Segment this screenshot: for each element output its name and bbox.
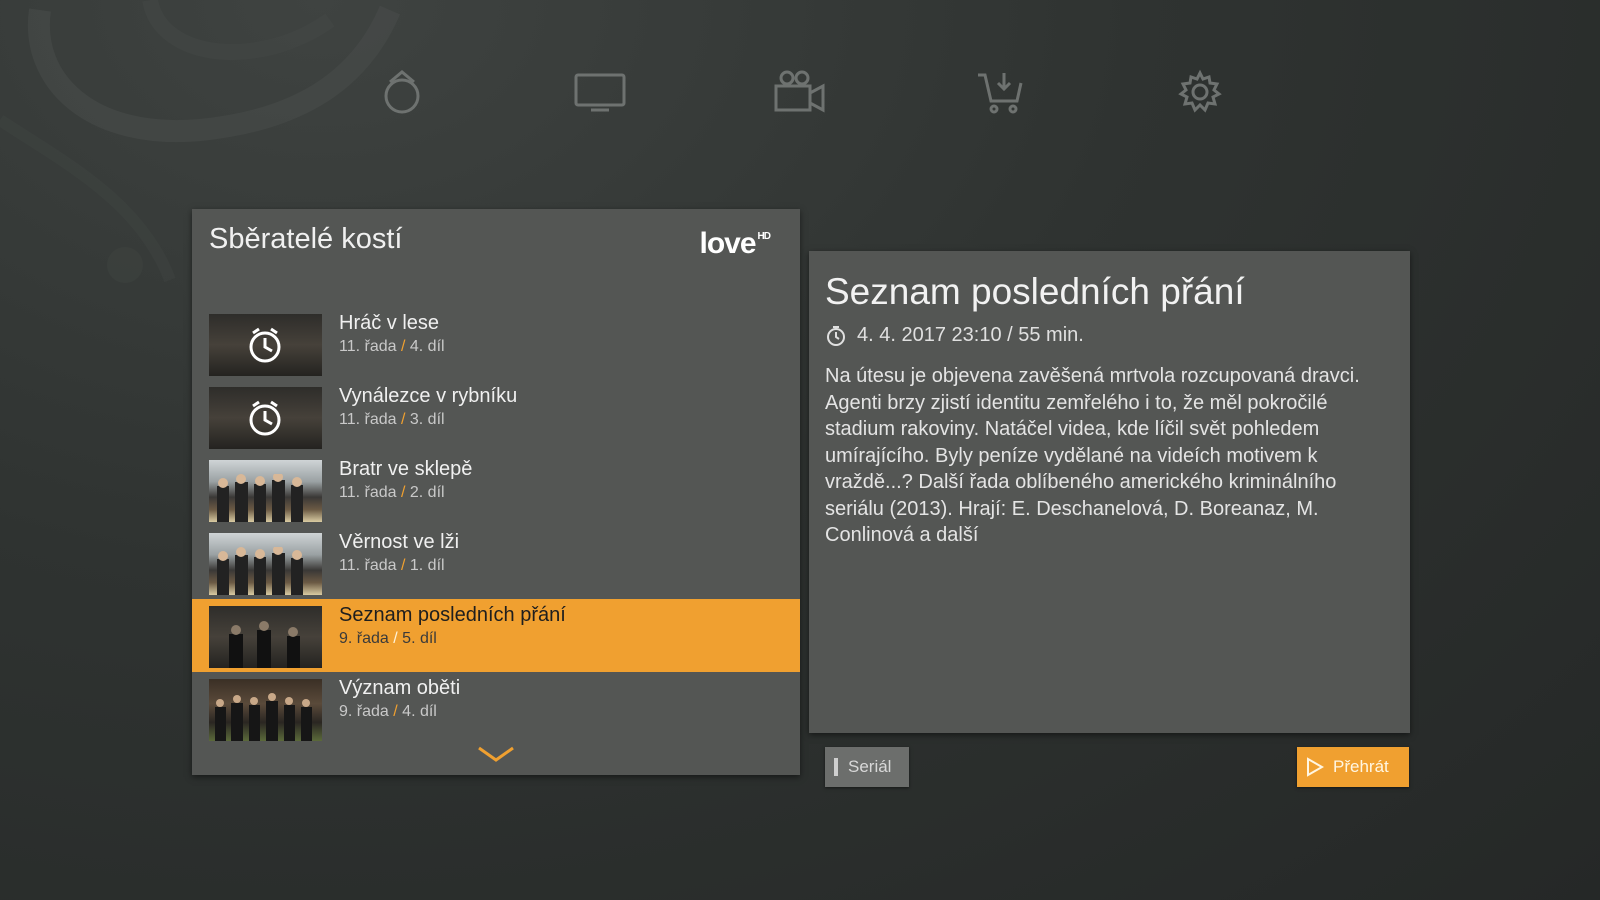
episode-thumbnail xyxy=(209,314,322,376)
episode-meta: 11. řada / 4. díl xyxy=(339,338,445,355)
series-title: Sběratelé kostí xyxy=(209,223,403,255)
alarm-clock-icon xyxy=(249,400,281,436)
episode-meta: 11. řada / 3. díl xyxy=(339,411,445,428)
detail-title: Seznam posledních přání xyxy=(825,271,1245,312)
detail-datetime-text: 4. 4. 2017 23:10 / 55 min. xyxy=(857,324,1084,346)
episode-title: Bratr ve sklepě xyxy=(339,458,473,480)
episode-item[interactable]: Vynálezce v rybníku 11. řada / 3. díl xyxy=(192,380,800,453)
clock-icon xyxy=(827,325,845,346)
episode-thumbnail xyxy=(209,679,322,741)
episode-meta: 9. řada / 5. díl xyxy=(339,630,437,647)
detail-datetime: 4. 4. 2017 23:10 / 55 min. xyxy=(825,324,1084,347)
episode-list-panel: Sběratelé kostí love HD Hráč v lese 11. ř… xyxy=(192,209,800,775)
detail-description: Na útesu je objevena zavěšená mrtvola ro… xyxy=(825,365,1360,546)
episode-title: Seznam posledních přání xyxy=(339,604,566,626)
episode-title: Věrnost ve lži xyxy=(339,531,460,553)
alarm-clock-icon xyxy=(249,327,281,363)
episode-thumbnail xyxy=(209,533,322,595)
episode-item[interactable]: Význam oběti 9. řada / 4. díl xyxy=(192,672,800,745)
serial-bar-icon xyxy=(834,758,838,776)
episode-item[interactable]: Bratr ve sklepě 11. řada / 2. díl xyxy=(192,453,800,526)
home-icon[interactable] xyxy=(372,62,432,122)
play-button[interactable]: Přehrát xyxy=(1297,747,1409,787)
episode-title: Hráč v lese xyxy=(339,312,440,334)
top-navigation xyxy=(0,62,1600,122)
channel-logo: love HD xyxy=(699,227,772,260)
tv-icon[interactable] xyxy=(570,62,630,122)
episode-title: Vynálezce v rybníku xyxy=(339,385,518,407)
cart-icon[interactable] xyxy=(970,62,1030,122)
play-button-label: Přehrát xyxy=(1333,757,1389,776)
gear-icon[interactable] xyxy=(1170,62,1230,122)
episode-meta: 11. řada / 1. díl xyxy=(339,557,445,574)
episode-item[interactable]: Hráč v lese 11. řada / 4. díl xyxy=(192,307,800,380)
play-icon xyxy=(1307,757,1325,777)
episode-detail-panel: Seznam posledních přání 4. 4. 2017 23:10… xyxy=(809,251,1410,733)
serial-button-label: Seriál xyxy=(848,757,892,776)
episode-item-selected[interactable]: Seznam posledních přání 9. řada / 5. díl xyxy=(192,599,800,672)
episode-item[interactable]: Věrnost ve lži 11. řada / 1. díl xyxy=(192,526,800,599)
episode-title: Význam oběti xyxy=(339,677,461,699)
episode-meta: 11. řada / 2. díl xyxy=(339,484,445,501)
episode-meta: 9. řada / 4. díl xyxy=(339,703,437,720)
episode-thumbnail xyxy=(209,460,322,522)
serial-button[interactable]: Seriál xyxy=(825,747,909,787)
video-camera-icon[interactable] xyxy=(770,62,830,122)
episode-thumbnail xyxy=(209,606,322,668)
episode-thumbnail xyxy=(209,387,322,449)
chevron-down-icon[interactable] xyxy=(476,744,516,766)
